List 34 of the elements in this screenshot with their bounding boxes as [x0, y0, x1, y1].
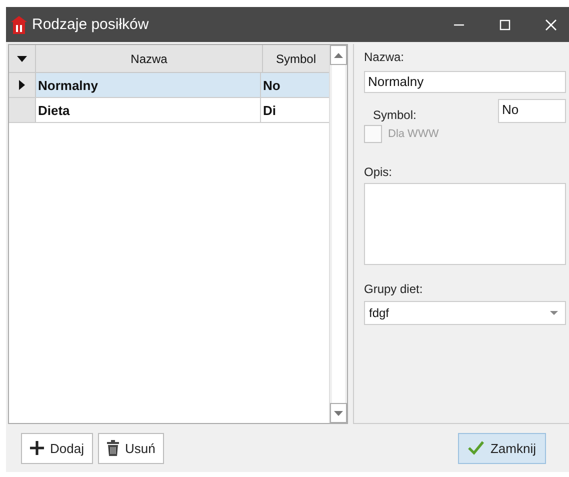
scroll-up-icon[interactable] — [334, 52, 343, 58]
row-pointer-icon — [19, 80, 25, 90]
column-header[interactable]: Nazwa — [36, 45, 263, 72]
diet-group-dropdown[interactable]: fdgf — [364, 301, 566, 325]
description-field[interactable] — [364, 183, 566, 265]
window-title: Rodzaje posiłków — [32, 16, 150, 33]
dropdown-caret-icon — [550, 311, 558, 315]
field-label: Nazwa: — [364, 50, 406, 64]
delete-button[interactable]: Usuń — [98, 432, 164, 464]
name-field[interactable]: Normalny — [364, 71, 566, 93]
grid-row[interactable]: Normalny No — [9, 73, 329, 98]
house-icon — [10, 14, 28, 34]
table-cell: Normalny — [36, 73, 261, 97]
maximize-icon[interactable] — [499, 18, 511, 30]
field-label: Opis: — [364, 165, 394, 179]
table-cell: Dieta — [36, 98, 261, 122]
add-button[interactable]: Dodaj — [21, 432, 93, 464]
close-button[interactable]: Zamknij — [458, 432, 546, 464]
field-label: Grupy diet: — [364, 282, 424, 296]
checkmark-icon — [468, 441, 484, 455]
symbol-field[interactable]: No — [498, 99, 566, 123]
row-header[interactable] — [9, 73, 36, 97]
grid-row[interactable]: Dieta Di — [9, 98, 329, 123]
table-cell-text: Di — [262, 102, 277, 120]
close-icon[interactable] — [545, 18, 557, 30]
scrollbar[interactable] — [329, 45, 347, 423]
trash-icon — [106, 440, 119, 456]
table-cell-text: No — [262, 76, 282, 94]
field-label: Symbol: — [373, 108, 416, 122]
caret-icon — [17, 56, 27, 62]
plus-icon — [30, 441, 44, 455]
column-header[interactable]: Symbol — [263, 45, 329, 72]
scroll-down-icon[interactable] — [334, 410, 343, 416]
checkbox-label: Dla WWW — [388, 128, 439, 140]
